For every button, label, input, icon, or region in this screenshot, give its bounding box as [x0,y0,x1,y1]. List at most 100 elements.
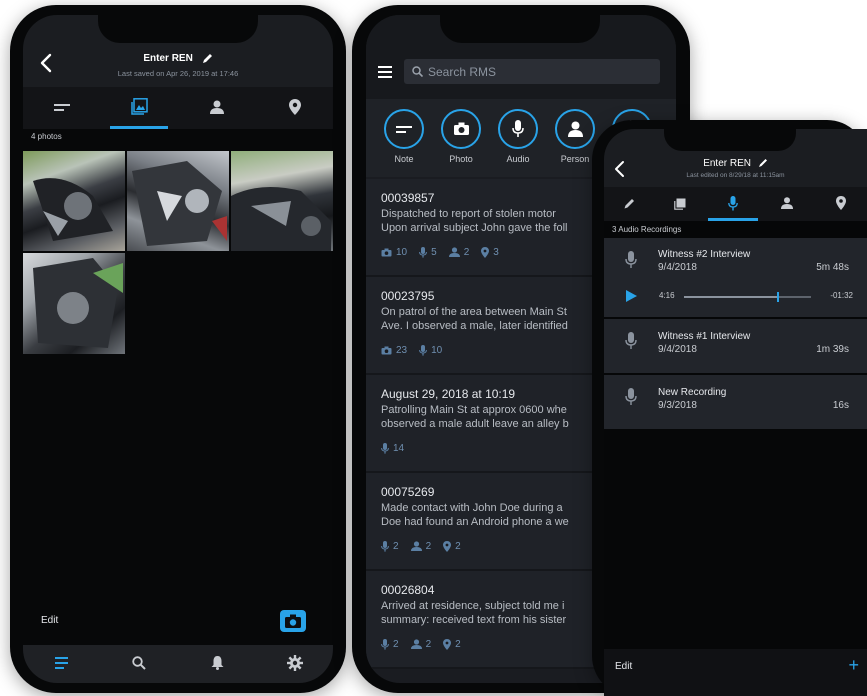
search-icon [132,656,146,670]
locations-count: 2 [443,638,461,650]
report-title-row[interactable]: Enter REN [604,158,867,169]
photos-screen: Enter REN Last saved on Apr 26, 2019 at … [23,15,333,683]
phone-audio: Enter REN Last edited on 8/29/18 at 11:1… [592,120,867,696]
nav-notifications[interactable] [178,645,256,683]
scrubber-fill [684,296,778,298]
count-value: 3 [493,246,499,258]
quick-action-note[interactable]: Note [382,109,426,169]
pencil-icon [624,199,634,209]
count-value: 2 [463,246,470,258]
tab-bar [604,187,867,221]
bell-icon [211,656,224,670]
quick-action-label: Person [560,154,590,164]
quick-action-label: Photo [449,154,473,164]
scrubber-handle[interactable] [776,292,779,302]
photo-thumbnail[interactable] [23,151,125,251]
recording-date: 9/4/2018 [658,344,697,355]
note-icon [396,126,412,133]
mic-icon [419,246,428,258]
list-icon [55,657,68,669]
report-id: 00075269 [381,485,435,499]
nav-list[interactable] [23,645,100,683]
phone-notch [98,13,258,43]
last-saved-text: Last saved on Apr 26, 2019 at 17:46 [117,69,239,78]
search-placeholder: Search RMS [428,65,497,79]
recording-date: 9/4/2018 [658,262,697,273]
pencil-icon[interactable] [758,158,768,168]
tab-audio[interactable] [706,187,760,221]
playback-scrubber[interactable] [684,292,811,302]
quick-action-person[interactable]: Person [553,109,597,169]
audio-count: 2 [381,638,399,650]
phone-notch [664,125,796,151]
nav-settings[interactable] [256,645,333,683]
mic-icon [381,540,389,552]
bottom-nav [23,645,333,683]
tab-photos[interactable] [654,187,706,221]
pencil-icon[interactable] [202,53,213,64]
report-attachments: 2 2 2 [381,637,461,651]
audio-screen: Enter REN Last edited on 8/29/18 at 11:1… [604,129,867,696]
search-input[interactable]: Search RMS [404,59,660,84]
tab-location[interactable] [256,87,333,129]
tab-location[interactable] [814,187,867,221]
location-icon [836,196,846,210]
gear-icon [287,655,303,671]
recording-item[interactable]: Witness #2 Interview 9/4/2018 5m 48s 4:1… [604,238,867,317]
count-value: 2 [425,638,432,650]
recording-title: Witness #2 Interview [658,249,751,260]
persons-count: 2 [410,638,432,650]
count-value: 10 [396,246,408,258]
edit-button[interactable]: Edit [41,615,58,626]
photo-thumbnail[interactable] [127,151,229,251]
persons-count: 2 [448,246,470,258]
camera-icon [381,346,392,354]
tab-edit[interactable] [604,187,654,221]
play-button[interactable] [624,289,638,303]
photos-count: 10 [381,247,407,258]
tab-person[interactable] [760,187,814,221]
menu-button[interactable] [378,66,392,78]
audio-count: 14 [381,442,404,454]
mic-icon [625,251,637,268]
person-icon [410,639,422,649]
add-recording-button[interactable]: + [848,655,859,676]
nav-search[interactable] [100,645,178,683]
tab-narrative[interactable] [23,87,100,129]
locations-count: 2 [443,540,461,552]
report-id: 00039857 [381,191,435,205]
report-attachments: 2 2 2 [381,539,461,553]
recording-title: New Recording [658,387,727,398]
quick-action-photo[interactable]: Photo [439,109,483,169]
recording-item[interactable]: Witness #1 Interview 9/4/2018 1m 39s [604,319,867,373]
photos-icon [131,98,148,115]
mic-icon [381,442,389,454]
count-value: 2 [425,540,432,552]
person-icon [448,247,460,257]
quick-action-audio[interactable]: Audio [496,109,540,169]
location-icon [289,99,301,115]
location-icon [481,246,490,258]
recording-item[interactable]: New Recording 9/3/2018 16s [604,375,867,429]
audio-count: 5 [419,246,437,258]
camera-icon [381,248,392,256]
count-value: 5 [431,246,437,258]
photo-thumbnail[interactable] [231,151,333,251]
recordings-count: 3 Audio Recordings [612,225,682,234]
report-title-row[interactable]: Enter REN [23,53,333,64]
recording-title: Witness #1 Interview [658,331,751,342]
report-attachments: 14 [381,441,404,455]
tab-bar [23,87,333,129]
photo-thumbnail[interactable] [23,253,125,354]
mic-icon [381,638,389,650]
tab-person[interactable] [178,87,256,129]
audio-count: 10 [419,344,442,356]
camera-button[interactable] [280,610,306,632]
report-id: August 29, 2018 at 10:19 [381,387,516,401]
mic-icon [419,344,428,356]
tab-photos[interactable] [100,87,178,129]
edit-button[interactable]: Edit [615,661,632,672]
count-value: 23 [396,344,408,356]
mic-icon [625,332,637,349]
narrative-icon [54,104,70,111]
